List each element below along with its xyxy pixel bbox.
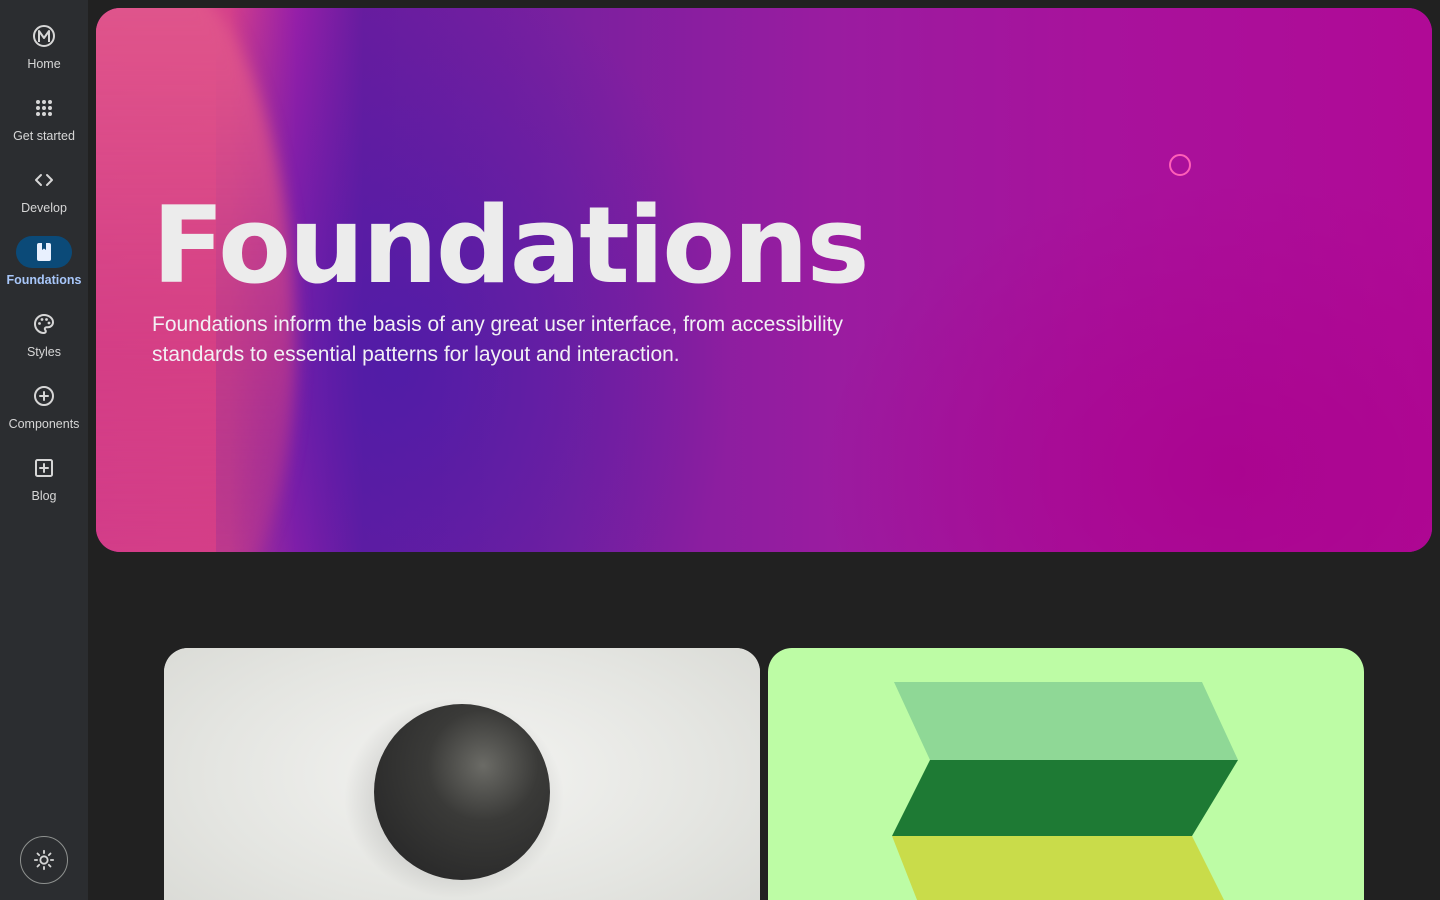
theme-toggle-button[interactable] [20,836,68,884]
nav-label-get-started: Get started [13,129,75,143]
navigation-rail: Home Get started Develop Foundations Sty… [0,0,88,900]
code-icon [16,164,72,196]
hero-banner: Foundations Foundations inform the basis… [96,8,1432,552]
nav-item-blog[interactable]: Blog [0,452,88,516]
nav-label-styles: Styles [26,345,62,359]
foundation-card-layers[interactable] [768,648,1364,900]
nav-item-components[interactable]: Components [0,380,88,444]
nav-item-styles[interactable]: Styles [0,308,88,372]
nav-label-blog: Blog [31,489,57,503]
nav-item-home[interactable]: Home [0,20,88,84]
foundation-card-sphere[interactable] [164,648,760,900]
nav-label-foundations: Foundations [6,273,82,287]
nav-item-develop[interactable]: Develop [0,164,88,228]
apps-grid-icon [16,92,72,124]
nav-item-get-started[interactable]: Get started [0,92,88,156]
cursor-indicator [1169,154,1191,176]
layers-illustration [892,682,1238,900]
page-description: Foundations inform the basis of any grea… [152,313,843,366]
nav-item-foundations[interactable]: Foundations [0,236,88,300]
palette-icon [16,308,72,340]
add-circle-icon [16,380,72,412]
nav-label-home: Home [27,57,61,71]
nav-label-develop: Develop [21,201,67,215]
light-mode-icon [33,849,55,871]
sphere-illustration [344,698,564,898]
nav-label-components: Components [8,417,80,431]
bookmark-book-icon [16,236,72,268]
page-title: Foundations [152,184,870,307]
post-add-icon [16,452,72,484]
material-logo-icon [16,20,72,52]
